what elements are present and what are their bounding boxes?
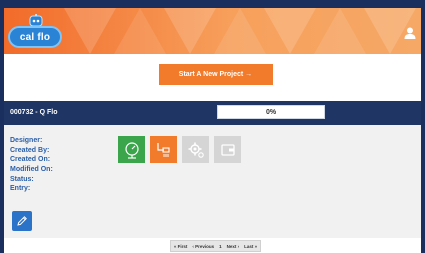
created-by-label: Created By: [10, 146, 50, 154]
app-logo[interactable]: cal flo [8, 14, 66, 52]
project-header: 000732 - Q Flo 0% [4, 101, 421, 125]
wallet-tile-button[interactable] [214, 136, 241, 163]
header-banner: cal flo [4, 8, 421, 54]
progress-label: 0% [265, 108, 277, 116]
pager-previous-link[interactable]: ‹ Previous [192, 244, 214, 249]
logo-wordmark: cal flo [8, 26, 62, 48]
gauge-tile-button[interactable] [118, 136, 145, 163]
pager-last-link[interactable]: Last » [244, 244, 257, 249]
settings-icon [188, 142, 204, 158]
settings-tile-button[interactable] [182, 136, 209, 163]
shower-icon [156, 142, 170, 157]
edit-project-button[interactable] [12, 211, 32, 231]
pagination-controls: « First ‹ Previous 1 Next › Last » [169, 240, 262, 252]
pagination: « First ‹ Previous 1 Next › Last » [4, 240, 421, 252]
project-title[interactable]: 000732 - Q Flo [10, 109, 57, 116]
pager-next-link[interactable]: Next › [227, 244, 240, 249]
designer-label: Designer: [10, 137, 43, 144]
shower-tile-button[interactable] [150, 136, 177, 163]
pager-page-number[interactable]: 1 [219, 244, 222, 249]
pencil-icon [17, 216, 27, 226]
app-window: cal flo Start A New Project → 000732 - Q… [4, 8, 421, 253]
project-fields: Designer: Created By: Created On: Modifi… [10, 136, 53, 194]
project-progress-bar: 0% [217, 105, 325, 119]
created-on-label: Created On: [10, 156, 51, 164]
entry-label: Entry: [10, 185, 31, 193]
wallet-icon [220, 143, 235, 156]
user-icon[interactable] [403, 26, 417, 40]
start-new-project-button[interactable]: Start A New Project → [158, 64, 273, 85]
project-action-tiles [118, 136, 241, 163]
status-label: Status: [10, 175, 34, 183]
modified-on-label: Modified On: [10, 166, 53, 174]
project-card-body: Designer: Created By: Created On: Modifi… [4, 125, 421, 238]
pager-first-link[interactable]: « First [174, 244, 188, 249]
gauge-icon [124, 141, 139, 159]
cta-row: Start A New Project → [4, 64, 421, 86]
